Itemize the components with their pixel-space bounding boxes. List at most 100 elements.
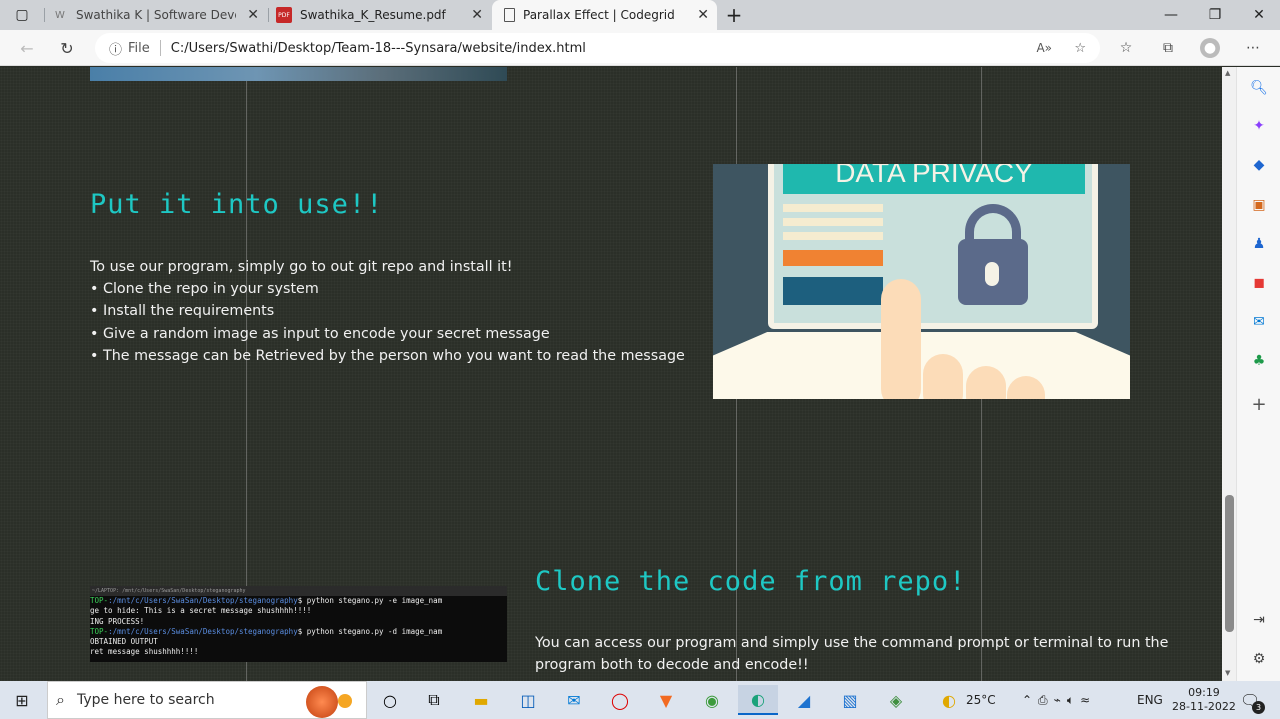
section-heading-clone: Clone the code from repo!	[535, 566, 967, 597]
tab-label: Swathika K | Software Developer	[76, 8, 236, 22]
pdf-icon: PDF	[276, 7, 292, 23]
scroll-thumb[interactable]	[1225, 495, 1234, 632]
line-illustration	[783, 204, 883, 212]
tab-separator	[44, 8, 45, 22]
favorites-icon[interactable]: ☆	[1116, 38, 1136, 58]
weather-temp: 25°C	[965, 693, 996, 707]
restore-icon[interactable]: ❐	[1193, 0, 1237, 30]
terminal-line: ret message shushhhh!!!!	[90, 647, 199, 657]
new-tab-button[interactable]: +	[712, 0, 756, 30]
terminal-line: ING PROCESS!	[90, 616, 145, 626]
start-icon[interactable]: ⊞	[2, 685, 42, 715]
finger-illustration	[881, 279, 921, 399]
edge-icon[interactable]: ◐	[738, 685, 778, 715]
system-tray-icons[interactable]: ⌃⎙⌁🔈︎≈	[1022, 681, 1096, 719]
tree-icon[interactable]: ♣	[1249, 351, 1269, 371]
tab-label: Parallax Effect | Codegrid	[523, 8, 675, 22]
keyhole-icon	[985, 262, 999, 286]
url-text[interactable]: C:/Users/Swathi/Desktop/Team-18---Synsar…	[171, 41, 586, 56]
opera-icon[interactable]: ◯	[600, 685, 640, 715]
terminal-line: ge to hide: This is a secret message shu…	[90, 606, 312, 616]
back-icon[interactable]: ←	[14, 36, 40, 60]
notification-count: 3	[1252, 701, 1265, 714]
add-icon[interactable]: +	[1249, 394, 1269, 415]
line-illustration	[783, 218, 883, 226]
search-placeholder: Type here to search	[76, 692, 215, 708]
web-page: Put it into use!! To use our program, si…	[0, 67, 1222, 681]
shopping-icon[interactable]: ◆	[1249, 155, 1269, 175]
close-tab-icon[interactable]: ✕	[697, 7, 709, 23]
sidebar-toggle-icon[interactable]: ⇥	[1249, 610, 1269, 630]
chrome-icon[interactable]: ◉	[692, 685, 732, 715]
scroll-up-icon[interactable]: ▲	[1225, 69, 1230, 77]
favorite-add-icon[interactable]: ☆	[1074, 41, 1086, 56]
clock-date: 28-11-2022	[1172, 700, 1236, 713]
tab-portfolio[interactable]: W Swathika K | Software Developer ✕	[52, 0, 267, 30]
notifications-button[interactable]: 🗨︎ 3	[1240, 681, 1265, 719]
terminal-line: OBTAINED OUTPUT	[90, 637, 158, 647]
page-scrollbar[interactable]: ▲ ▼	[1222, 67, 1236, 681]
close-tab-icon[interactable]: ✕	[247, 7, 259, 23]
keyboard-illustration	[713, 332, 1130, 399]
taskbar-search[interactable]: ⌕ Type here to search	[47, 681, 367, 719]
finger-illustration	[923, 354, 963, 399]
tab-actions-icon[interactable]: ▢	[0, 0, 44, 30]
tab-parallax[interactable]: Parallax Effect | Codegrid ✕	[492, 0, 717, 30]
section-heading-use: Put it into use!!	[90, 189, 384, 220]
bar-illustration	[783, 250, 883, 266]
clone-text-line: You can access our program and simply us…	[535, 635, 1169, 651]
task-view-icon[interactable]: ⧉	[414, 685, 454, 715]
url-field[interactable]: ⓘ File C:/Users/Swathi/Desktop/Team-18--…	[95, 33, 1100, 63]
url-divider	[159, 40, 161, 56]
landscape-image	[90, 67, 507, 81]
games-icon[interactable]: ♟	[1249, 234, 1269, 254]
info-icon[interactable]: ⓘ	[109, 39, 122, 58]
planet-icon	[338, 694, 352, 708]
minimize-icon[interactable]: —	[1149, 0, 1193, 30]
close-window-icon[interactable]: ✕	[1237, 0, 1280, 30]
banner-text: DATA PRIVACY	[783, 164, 1085, 194]
clock[interactable]: 09:19 28-11-2022	[1172, 681, 1236, 719]
tab-separator	[268, 8, 269, 22]
taskbar: ⊞ ⌕ Type here to search ○ ⧉ ▬ ◫ ✉ ◯ ▼ ◉ …	[0, 681, 1280, 719]
outlook-icon[interactable]: ✉	[1249, 312, 1269, 332]
data-privacy-image: DATA PRIVACY	[713, 164, 1130, 399]
address-bar: ← ↻ ⓘ File C:/Users/Swathi/Desktop/Team-…	[0, 30, 1280, 66]
office-icon[interactable]: ◼	[1249, 273, 1269, 293]
scroll-down-icon[interactable]: ▼	[1225, 669, 1230, 677]
store-icon[interactable]: ◫	[508, 685, 548, 715]
file-label: File	[128, 40, 150, 56]
photos-icon[interactable]: ▧	[830, 685, 870, 715]
read-aloud-icon[interactable]: A»	[1036, 41, 1052, 55]
bar-illustration	[783, 277, 883, 305]
refresh-icon[interactable]: ↻	[54, 36, 80, 60]
more-options-icon[interactable]: ⋯	[1243, 38, 1263, 58]
collections-icon[interactable]: ⧉	[1158, 38, 1178, 58]
file-explorer-icon[interactable]: ▬	[461, 685, 501, 715]
cortana-icon[interactable]: ○	[370, 685, 410, 715]
discover-icon[interactable]: ✦	[1249, 116, 1269, 136]
weather-icon: ◐	[942, 690, 956, 710]
instruction-line: • Install the requirements	[90, 303, 275, 319]
instruction-line: • Clone the repo in your system	[90, 281, 319, 297]
clone-text-line: program both to decode and encode!!	[535, 657, 809, 673]
language-indicator[interactable]: ENG	[1137, 681, 1163, 719]
instruction-line: To use our program, simply go to out git…	[90, 259, 513, 275]
profile-avatar[interactable]: ●	[1200, 38, 1220, 58]
weather-widget[interactable]: ◐ 25°C	[942, 681, 996, 719]
search-highlight-icon	[306, 686, 338, 718]
tab-resume[interactable]: PDF Swathika_K_Resume.pdf ✕	[276, 0, 491, 30]
search-icon[interactable]: 🔍︎	[1249, 78, 1269, 98]
brave-icon[interactable]: ▼	[646, 685, 686, 715]
instruction-line: • The message can be Retrieved by the pe…	[90, 348, 685, 364]
git-icon[interactable]: ◈	[876, 685, 916, 715]
vscode-icon[interactable]: ◢	[784, 685, 824, 715]
close-tab-icon[interactable]: ✕	[471, 7, 483, 23]
settings-icon[interactable]: ⚙	[1249, 649, 1269, 669]
mail-icon[interactable]: ✉	[554, 685, 594, 715]
line-illustration	[783, 232, 883, 240]
terminal-line: TOP-:/mnt/c/Users/SwaSan/Desktop/stegano…	[90, 596, 443, 605]
search-icon: ⌕	[56, 690, 65, 709]
tools-icon[interactable]: ▣	[1249, 195, 1269, 215]
clock-time: 09:19	[1188, 686, 1220, 699]
